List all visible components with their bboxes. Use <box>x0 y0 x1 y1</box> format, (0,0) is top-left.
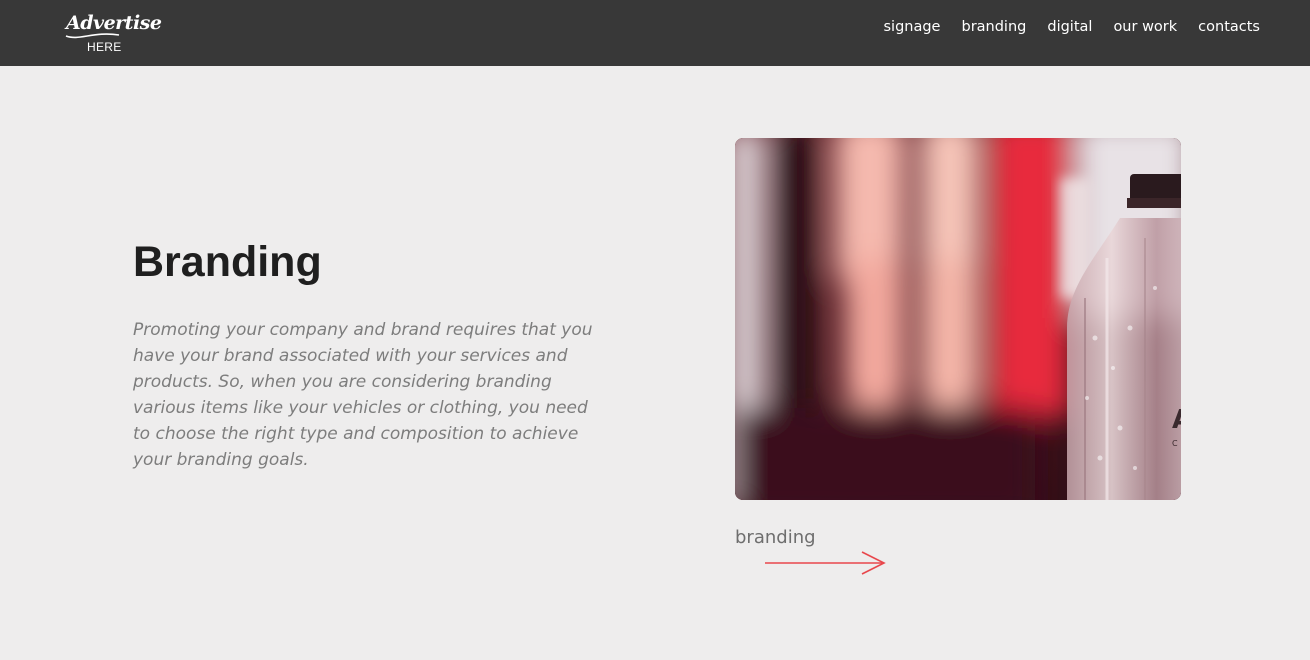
main-nav: signage branding digital our work contac… <box>883 0 1260 54</box>
arrow-right-icon[interactable] <box>764 550 888 576</box>
page-title: Branding <box>133 238 322 286</box>
nav-link-contacts[interactable]: contacts <box>1198 19 1260 35</box>
top-navigation-bar: Advertise HERE signage branding digital … <box>0 0 1310 66</box>
svg-text:C: C <box>1172 439 1178 448</box>
branding-description: Promoting your company and brand require… <box>133 320 593 470</box>
nav-link-our-work[interactable]: our work <box>1113 19 1177 35</box>
site-logo[interactable]: Advertise HERE <box>64 12 162 56</box>
nav-link-signage[interactable]: signage <box>883 19 940 35</box>
branding-link-label[interactable]: branding <box>735 527 816 548</box>
nav-link-digital[interactable]: digital <box>1047 19 1092 35</box>
svg-text:A: A <box>1172 405 1181 435</box>
branding-photo: A C <box>735 138 1181 500</box>
water-bottle-photo: A C <box>735 138 1181 500</box>
logo-sub-text: HERE <box>87 40 122 54</box>
nav-link-branding[interactable]: branding <box>961 19 1026 35</box>
